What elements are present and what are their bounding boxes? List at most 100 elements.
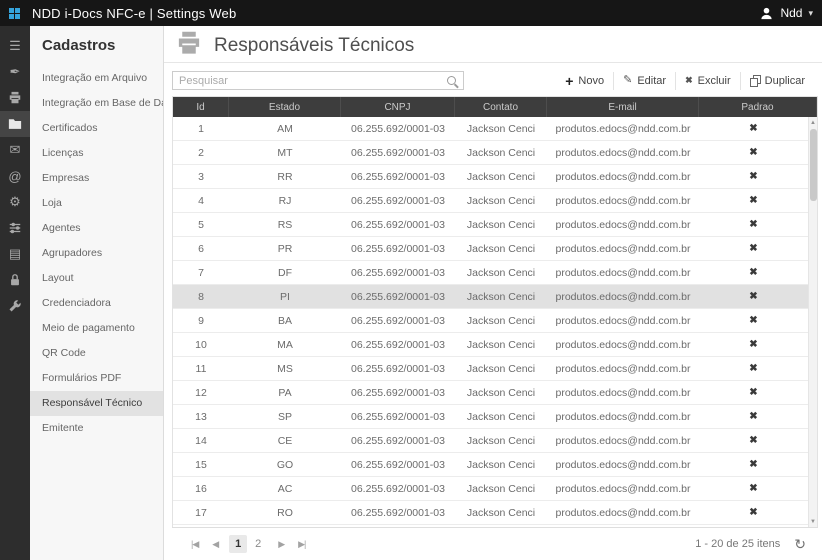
table-row[interactable]: 14CE06.255.692/0001-03Jackson Cenciprodu… xyxy=(173,429,808,453)
first-page-icon[interactable]: |◀ xyxy=(184,539,205,550)
cell: 14 xyxy=(173,429,229,452)
prev-page-icon[interactable]: ◀ xyxy=(205,539,225,550)
chevron-down-icon: ▾ xyxy=(808,8,813,19)
cell: 12 xyxy=(173,381,229,404)
cell: 10 xyxy=(173,333,229,356)
gear-icon[interactable]: ⚙ xyxy=(0,189,30,215)
table-row[interactable]: 9BA06.255.692/0001-03Jackson Cenciprodut… xyxy=(173,309,808,333)
cell: produtos.edocs@ndd.com.br xyxy=(547,213,699,236)
plus-icon: + xyxy=(565,74,573,88)
scrollbar-thumb[interactable] xyxy=(810,129,817,201)
sidebar-item[interactable]: Empresas xyxy=(30,166,163,191)
table-row[interactable]: 5RS06.255.692/0001-03Jackson Cenciprodut… xyxy=(173,213,808,237)
toolbar: + Novo ✎ Editar ✖ Excluir Duplicar xyxy=(556,72,814,90)
cell: 06.255.692/0001-03 xyxy=(341,309,455,332)
sidebar-item[interactable]: Emitente xyxy=(30,416,163,441)
sidebar-item[interactable]: QR Code xyxy=(30,341,163,366)
cell: GO xyxy=(229,453,341,476)
cell: 13 xyxy=(173,405,229,428)
search-input[interactable] xyxy=(173,72,447,89)
sidebar-item[interactable]: Integração em Arquivo xyxy=(30,66,163,91)
cell: produtos.edocs@ndd.com.br xyxy=(547,165,699,188)
table-row[interactable]: 11MS06.255.692/0001-03Jackson Cenciprodu… xyxy=(173,357,808,381)
padrao-x-icon: ✖ xyxy=(699,165,808,188)
table-row[interactable]: 8PI06.255.692/0001-03Jackson Cenciprodut… xyxy=(173,285,808,309)
cell: 8 xyxy=(173,285,229,308)
table-row[interactable]: 1AM06.255.692/0001-03Jackson Cenciprodut… xyxy=(173,117,808,141)
table-row[interactable]: 17RO06.255.692/0001-03Jackson Cenciprodu… xyxy=(173,501,808,525)
table-row[interactable]: 12PA06.255.692/0001-03Jackson Cenciprodu… xyxy=(173,381,808,405)
column-header[interactable]: Estado xyxy=(229,97,341,117)
scroll-up-icon[interactable]: ▲ xyxy=(809,117,817,128)
duplicar-button[interactable]: Duplicar xyxy=(740,72,814,90)
sliders-icon[interactable] xyxy=(0,215,30,241)
novo-button[interactable]: + Novo xyxy=(556,72,613,90)
editar-button[interactable]: ✎ Editar xyxy=(613,72,675,90)
cell: Jackson Cenci xyxy=(455,333,547,356)
cell: PI xyxy=(229,285,341,308)
refresh-icon[interactable]: ↻ xyxy=(794,536,806,553)
cell: Jackson Cenci xyxy=(455,381,547,404)
topbar: NDD i-Docs NFC-e | Settings Web Ndd ▾ xyxy=(0,0,822,26)
cell: PR xyxy=(229,237,341,260)
apps-grid-icon[interactable] xyxy=(9,8,20,19)
scroll-down-icon[interactable]: ▼ xyxy=(809,516,817,527)
sidebar-item[interactable]: Meio de pagamento xyxy=(30,316,163,341)
table-row[interactable]: 6PR06.255.692/0001-03Jackson Cenciprodut… xyxy=(173,237,808,261)
cell: Jackson Cenci xyxy=(455,453,547,476)
mail-icon[interactable]: ✉ xyxy=(0,137,30,163)
table-row[interactable]: 13SP06.255.692/0001-03Jackson Cenciprodu… xyxy=(173,405,808,429)
cell: RJ xyxy=(229,189,341,212)
column-header[interactable]: Padrao xyxy=(699,97,817,117)
sidebar: Cadastros Integração em ArquivoIntegraçã… xyxy=(30,26,164,560)
at-icon[interactable]: @ xyxy=(0,163,30,189)
padrao-x-icon: ✖ xyxy=(699,453,808,476)
table-row[interactable]: 7DF06.255.692/0001-03Jackson Cenciprodut… xyxy=(173,261,808,285)
sidebar-item[interactable]: Layout xyxy=(30,266,163,291)
sidebar-item[interactable]: Integração em Base de Dados xyxy=(30,91,163,116)
sidebar-item[interactable]: Formulários PDF xyxy=(30,366,163,391)
sidebar-item[interactable]: Loja xyxy=(30,191,163,216)
cell: DF xyxy=(229,261,341,284)
cell: 06.255.692/0001-03 xyxy=(341,405,455,428)
next-page-icon[interactable]: ▶ xyxy=(271,539,291,550)
table-row[interactable]: 16AC06.255.692/0001-03Jackson Cenciprodu… xyxy=(173,477,808,501)
sidebar-item[interactable]: Responsável Técnico xyxy=(30,391,163,416)
search-icon[interactable] xyxy=(447,76,456,85)
cell: produtos.edocs@ndd.com.br xyxy=(547,141,699,164)
lock-icon[interactable] xyxy=(0,267,30,293)
excluir-button[interactable]: ✖ Excluir xyxy=(675,72,740,90)
table-scrollbar[interactable]: ▲ ▼ xyxy=(808,117,817,527)
cell: Jackson Cenci xyxy=(455,309,547,332)
wrench-icon[interactable] xyxy=(0,293,30,319)
sidebar-item[interactable]: Licenças xyxy=(30,141,163,166)
table-row[interactable]: 2MT06.255.692/0001-03Jackson Cenciprodut… xyxy=(173,141,808,165)
copy-icon xyxy=(750,75,760,86)
sidebar-item[interactable]: Agrupadores xyxy=(30,241,163,266)
sidebar-item[interactable]: Agentes xyxy=(30,216,163,241)
printer-icon[interactable] xyxy=(0,85,30,111)
last-page-icon[interactable]: ▶| xyxy=(291,539,312,550)
folder-icon[interactable] xyxy=(0,111,30,137)
table-row[interactable]: 3RR06.255.692/0001-03Jackson Cenciprodut… xyxy=(173,165,808,189)
server-icon[interactable]: ▤ xyxy=(0,241,30,267)
menu-icon[interactable]: ☰ xyxy=(0,33,30,59)
column-header[interactable]: E-mail xyxy=(547,97,699,117)
table-row[interactable]: 15GO06.255.692/0001-03Jackson Cenciprodu… xyxy=(173,453,808,477)
cell: produtos.edocs@ndd.com.br xyxy=(547,309,699,332)
table-body: 1AM06.255.692/0001-03Jackson Cenciprodut… xyxy=(173,117,808,527)
pen-icon[interactable]: ✒ xyxy=(0,59,30,85)
user-menu[interactable]: Ndd ▾ xyxy=(759,6,813,21)
column-header[interactable]: CNPJ xyxy=(341,97,455,117)
table-row[interactable]: 4RJ06.255.692/0001-03Jackson Cenciprodut… xyxy=(173,189,808,213)
padrao-x-icon: ✖ xyxy=(699,117,808,140)
column-header[interactable]: Contato xyxy=(455,97,547,117)
sidebar-item[interactable]: Credenciadora xyxy=(30,291,163,316)
column-header[interactable]: Id xyxy=(173,97,229,117)
pager-page[interactable]: 2 xyxy=(249,535,267,553)
table-row[interactable]: 10MA06.255.692/0001-03Jackson Cenciprodu… xyxy=(173,333,808,357)
cell: MT xyxy=(229,141,341,164)
sidebar-item[interactable]: Certificados xyxy=(30,116,163,141)
app-title: NDD i-Docs NFC-e | Settings Web xyxy=(32,6,236,21)
pager-page[interactable]: 1 xyxy=(229,535,247,553)
